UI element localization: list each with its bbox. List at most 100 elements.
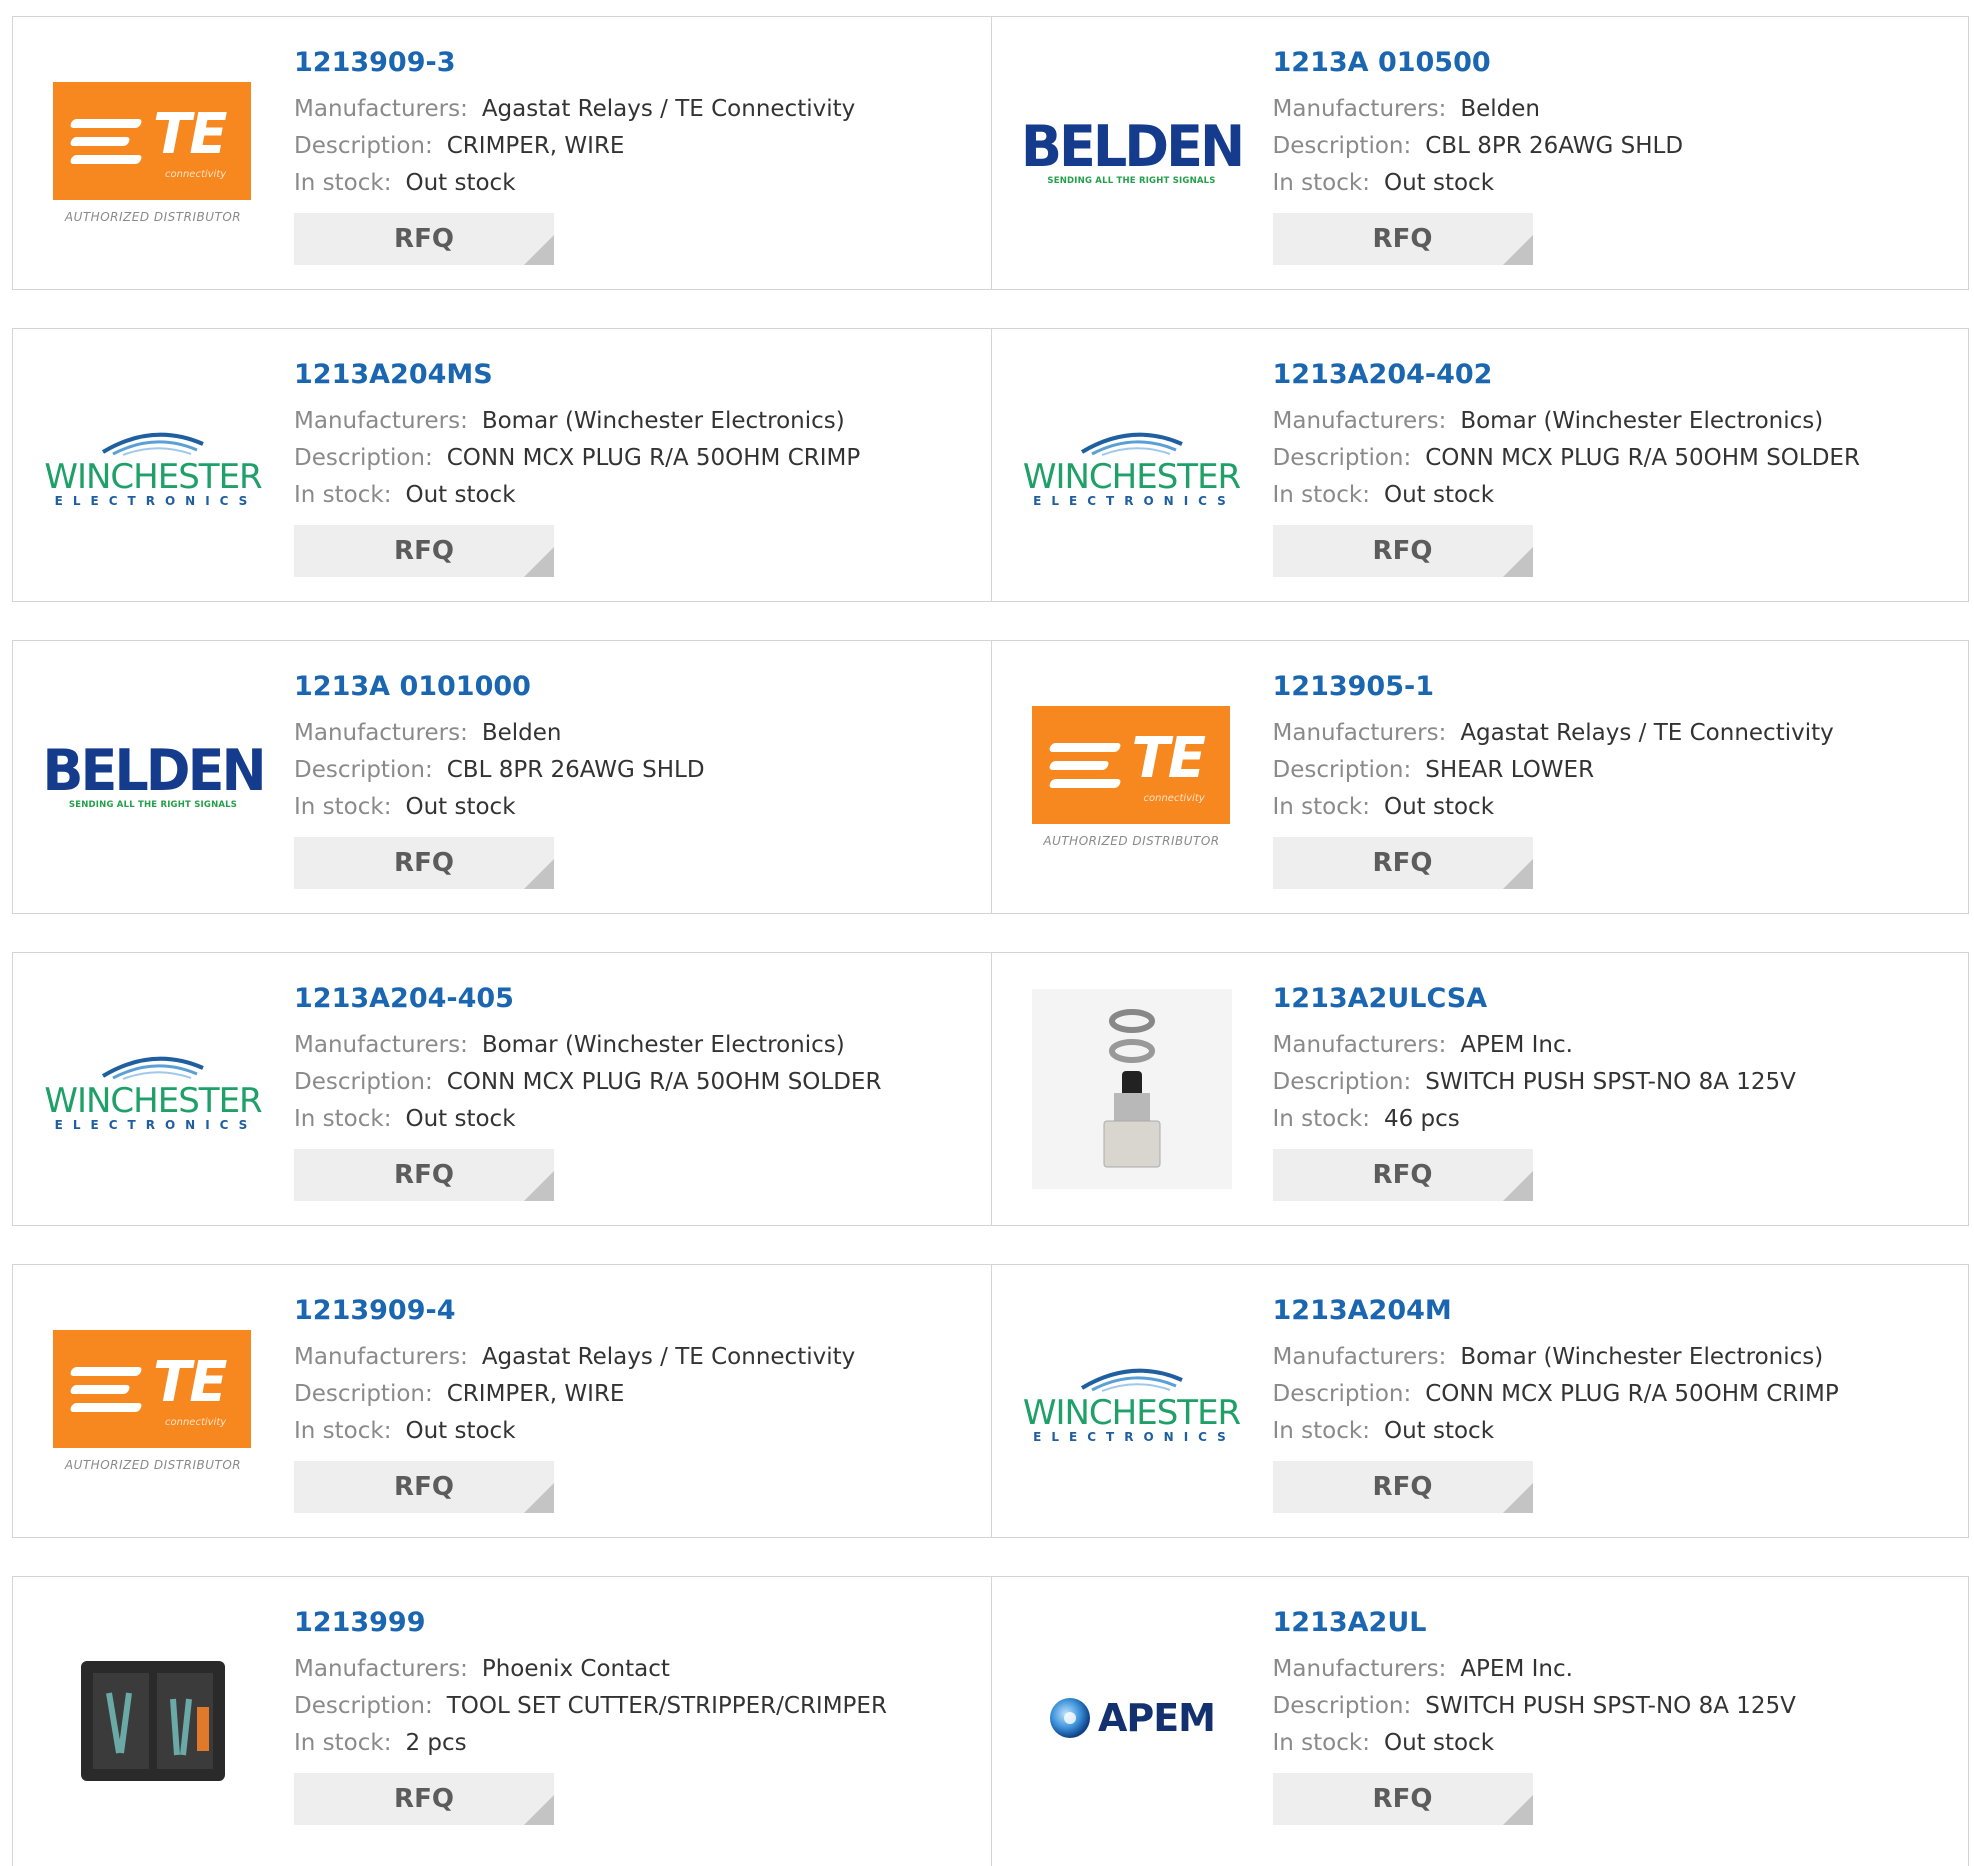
description-line: Description: SWITCH PUSH SPST-NO 8A 125V <box>1273 1064 1959 1101</box>
te-logo-box: TE connectivity <box>1031 706 1230 824</box>
stock-line: In stock: Out stock <box>1273 165 1959 202</box>
rfq-corner-decoration <box>1502 1171 1533 1202</box>
manufacturer-logo[interactable]: WINCHESTER ELECTRONICS <box>44 989 263 1189</box>
rfq-button[interactable]: RFQ <box>294 525 554 578</box>
manufacturer-logo[interactable]: WINCHESTER ELECTRONICS <box>44 365 263 565</box>
product-card: WINCHESTER ELECTRONICS 1213A204MS Manufa… <box>13 329 991 601</box>
part-number-link[interactable]: 1213A2ULCSA <box>1273 983 1959 1015</box>
stock-value: Out stock <box>1383 1418 1495 1445</box>
te-logo-box: TE connectivity <box>53 1330 251 1448</box>
description-label: Description: <box>294 1693 433 1720</box>
manufacturer-logo[interactable]: TE connectivity AUTHORIZED DISTRIBUTOR <box>53 1301 253 1501</box>
manufacturer-logo[interactable]: TE connectivity AUTHORIZED DISTRIBUTOR <box>53 53 253 253</box>
description-label: Description: <box>1272 1381 1412 1408</box>
description-label: Description: <box>1272 757 1412 784</box>
product-card: APEM 1213A2UL Manufacturers: APEM Inc. De… <box>990 1577 1969 1866</box>
manufacturers-label: Manufacturers: <box>294 1032 468 1059</box>
manufacturer-logo[interactable]: BELDEN SENDING ALL THE RIGHT SIGNALS <box>42 677 266 877</box>
te-logo: TE connectivity AUTHORIZED DISTRIBUTOR <box>1031 706 1232 848</box>
description-line: Description: TOOL SET CUTTER/STRIPPER/CRI… <box>294 1688 981 1725</box>
rfq-button[interactable]: RFQ <box>1272 1461 1533 1514</box>
rfq-button[interactable]: RFQ <box>1272 1149 1533 1202</box>
part-number-link[interactable]: 1213A204-405 <box>294 983 981 1015</box>
description-line: Description: CRIMPER, WIRE <box>294 128 981 165</box>
product-card: WINCHESTER ELECTRONICS 1213A204M Manufac… <box>990 1265 1969 1537</box>
rfq-button[interactable]: RFQ <box>1272 213 1533 266</box>
manufacturer-logo[interactable]: WINCHESTER ELECTRONICS <box>1023 365 1241 565</box>
stock-line: In stock: Out stock <box>294 1413 981 1450</box>
in-stock-label: In stock: <box>1272 482 1370 509</box>
rfq-label: RFQ <box>394 536 454 567</box>
winchester-swoosh-icon <box>101 1056 204 1080</box>
stock-value: Out stock <box>405 482 516 509</box>
product-row: BELDEN SENDING ALL THE RIGHT SIGNALS 121… <box>12 640 1969 914</box>
part-number-link[interactable]: 1213A 0101000 <box>294 671 981 703</box>
rfq-corner-decoration <box>1502 1483 1533 1514</box>
manufacturer-logo[interactable]: APEM <box>1032 1618 1232 1818</box>
in-stock-label: In stock: <box>1272 1106 1370 1133</box>
rfq-button[interactable]: RFQ <box>1272 525 1533 578</box>
rfq-button[interactable]: RFQ <box>294 837 554 890</box>
product-card: WINCHESTER ELECTRONICS 1213A204-405 Manu… <box>13 953 991 1225</box>
rfq-label: RFQ <box>394 1160 454 1191</box>
in-stock-label: In stock: <box>294 1106 392 1133</box>
rfq-corner-decoration <box>524 1795 554 1826</box>
product-row: 1213999 Manufacturers: Phoenix Contact De… <box>12 1576 1969 1866</box>
manufacturer-logo[interactable] <box>1031 989 1232 1189</box>
rfq-button[interactable]: RFQ <box>294 213 554 266</box>
manufacturer-line: Manufacturers: Bomar (Winchester Electron… <box>1273 1339 1959 1376</box>
belden-logo-text: BELDEN <box>1020 113 1245 180</box>
rfq-button[interactable]: RFQ <box>294 1461 554 1514</box>
description-line: Description: CONN MCX PLUG R/A 50OHM SOLD… <box>1273 440 1959 477</box>
stock-line: In stock: 2 pcs <box>294 1725 981 1762</box>
part-number-link[interactable]: 1213A 010500 <box>1273 47 1959 79</box>
description-value: CONN MCX PLUG R/A 50OHM SOLDER <box>446 1069 882 1096</box>
product-info: 1213A204MS Manufacturers: Bomar (Winchest… <box>294 359 981 578</box>
authorized-distributor-text: AUTHORIZED DISTRIBUTOR <box>64 210 242 224</box>
part-number-link[interactable]: 1213909-3 <box>294 47 981 79</box>
te-logo: TE connectivity AUTHORIZED DISTRIBUTOR <box>53 1330 253 1472</box>
description-line: Description: SHEAR LOWER <box>1273 752 1959 789</box>
stock-line: In stock: Out stock <box>1273 1413 1959 1450</box>
description-label: Description: <box>294 133 433 160</box>
part-number-link[interactable]: 1213A204MS <box>294 359 981 391</box>
manufacturer-logo[interactable]: TE connectivity AUTHORIZED DISTRIBUTOR <box>1031 677 1232 877</box>
part-number-link[interactable]: 1213A204M <box>1273 1295 1959 1327</box>
product-info: 1213A 010500 Manufacturers: Belden Descri… <box>1272 47 1959 266</box>
part-number-link[interactable]: 1213905-1 <box>1273 671 1959 703</box>
manufacturer-value: APEM Inc. <box>1460 1032 1573 1059</box>
rfq-button[interactable]: RFQ <box>294 1149 554 1202</box>
in-stock-label: In stock: <box>294 794 392 821</box>
part-number-link[interactable]: 1213A2UL <box>1273 1607 1959 1639</box>
stock-line: In stock: Out stock <box>1273 477 1959 514</box>
manufacturer-value: Bomar (Winchester Electronics) <box>481 1032 845 1059</box>
manufacturer-line: Manufacturers: Belden <box>1273 91 1959 128</box>
description-label: Description: <box>1272 445 1412 472</box>
manufacturers-label: Manufacturers: <box>1272 1344 1447 1371</box>
stock-value: Out stock <box>405 170 516 197</box>
manufacturer-logo[interactable]: BELDEN SENDING ALL THE RIGHT SIGNALS <box>1021 53 1245 253</box>
description-line: Description: CBL 8PR 26AWG SHLD <box>294 752 981 789</box>
description-value: CONN MCX PLUG R/A 50OHM CRIMP <box>1425 1381 1839 1408</box>
rfq-corner-decoration <box>524 1171 554 1202</box>
authorized-distributor-text: AUTHORIZED DISTRIBUTOR <box>64 1458 242 1472</box>
te-logo-text: TE <box>1131 726 1206 791</box>
winchester-logo-text: WINCHESTER <box>44 1081 262 1121</box>
part-number-link[interactable]: 1213909-4 <box>294 1295 981 1327</box>
manufacturer-logo[interactable]: WINCHESTER ELECTRONICS <box>1023 1301 1241 1501</box>
rfq-button[interactable]: RFQ <box>294 1773 554 1826</box>
rfq-button[interactable]: RFQ <box>1272 837 1533 890</box>
manufacturer-line: Manufacturers: Bomar (Winchester Electron… <box>294 1027 981 1064</box>
rfq-button[interactable]: RFQ <box>1272 1773 1533 1826</box>
description-value: CRIMPER, WIRE <box>446 133 625 160</box>
description-label: Description: <box>294 445 433 472</box>
product-card: WINCHESTER ELECTRONICS 1213A204-402 Manu… <box>990 329 1969 601</box>
part-number-link[interactable]: 1213999 <box>294 1607 981 1639</box>
belden-logo: BELDEN SENDING ALL THE RIGHT SIGNALS <box>42 742 266 810</box>
te-logo-text: TE <box>153 102 227 167</box>
product-info: 1213A2ULCSA Manufacturers: APEM Inc. Desc… <box>1272 983 1959 1202</box>
product-card: TE connectivity AUTHORIZED DISTRIBUTOR 1… <box>990 641 1969 913</box>
part-number-link[interactable]: 1213A204-402 <box>1273 359 1959 391</box>
manufacturer-logo[interactable] <box>53 1618 253 1818</box>
winchester-logo: WINCHESTER ELECTRONICS <box>1023 1358 1241 1444</box>
